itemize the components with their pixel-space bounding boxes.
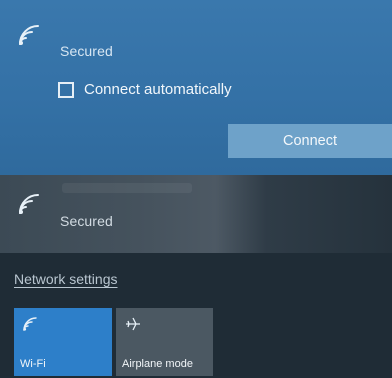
wifi-signal-icon [16,24,46,48]
airplane-mode-tile[interactable]: Airplane mode [116,308,213,376]
flyout-footer: Network settings Wi-Fi Airplane mode [0,253,392,378]
airplane-icon [124,316,142,332]
network-name-blurred [62,183,192,193]
network-flyout: Secured Connect automatically Connect Se… [0,0,392,378]
checkbox-box[interactable] [58,81,74,98]
connect-automatically-label: Connect automatically [84,81,232,98]
network-status: Secured [60,43,113,59]
connect-automatically-checkbox[interactable]: Connect automatically [58,81,232,98]
network-item[interactable]: Secured [0,175,392,253]
network-settings-link[interactable]: Network settings [14,271,117,287]
network-status: Secured [60,213,113,229]
wifi-quick-action-tile[interactable]: Wi-Fi [14,308,112,376]
wifi-tile-label: Wi-Fi [20,358,46,370]
network-item-selected[interactable]: Secured Connect automatically Connect [0,0,392,175]
wifi-signal-icon [16,193,46,217]
airplane-tile-label: Airplane mode [122,358,193,370]
connect-button[interactable]: Connect [228,124,392,158]
wifi-icon [22,316,40,332]
